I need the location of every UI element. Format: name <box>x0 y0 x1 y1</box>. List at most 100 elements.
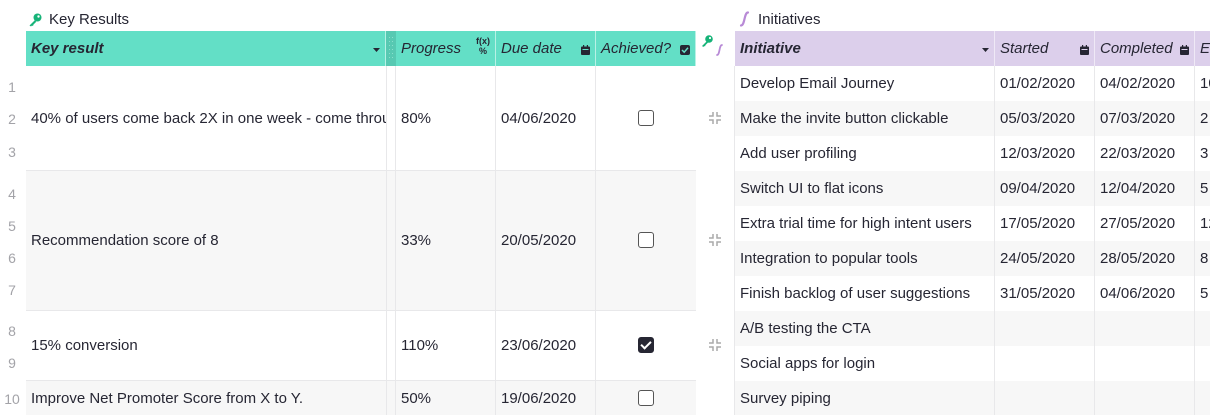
percent-icon-label: % <box>478 46 487 56</box>
cell-initiative[interactable]: Extra trial time for high intent users <box>735 206 994 241</box>
cell-progress[interactable]: 110% <box>396 311 495 380</box>
cell-started[interactable]: 01/02/2020 <box>995 66 1094 101</box>
column-header-due-date[interactable]: Due date <box>496 31 596 66</box>
cell-extra[interactable]: 12 <box>1195 206 1210 241</box>
cell-due-date[interactable]: 20/05/2020 <box>496 171 595 310</box>
cell-completed[interactable]: 07/03/2020 <box>1095 101 1194 136</box>
row-number: 9 <box>8 355 16 371</box>
formula-icon: f(x) % <box>476 36 490 56</box>
cell-extra[interactable]: 3 <box>1195 136 1210 171</box>
column-label-started: Started <box>1000 40 1049 57</box>
cell-started[interactable]: 17/05/2020 <box>995 206 1094 241</box>
collapse-icon[interactable] <box>708 111 722 125</box>
cell-initiative[interactable]: Make the invite button clickable <box>735 101 994 136</box>
cell-initiative[interactable]: Social apps for login <box>735 346 994 381</box>
row-number: 10 <box>4 391 20 407</box>
cell-key-result[interactable]: Recommendation score of 8 <box>26 171 386 310</box>
cell-completed[interactable]: 04/02/2020 <box>1095 66 1194 101</box>
column-label-progress: Progress <box>401 40 462 57</box>
collapse-icon[interactable] <box>708 338 722 352</box>
cell-completed[interactable]: 27/05/2020 <box>1095 206 1194 241</box>
cell-progress[interactable]: 50% <box>396 381 495 415</box>
cell-started[interactable]: 09/04/2020 <box>995 171 1094 206</box>
column-label-due-date: Due date <box>501 40 562 57</box>
collapse-icon[interactable] <box>708 233 722 247</box>
achieved-checkbox-checked[interactable] <box>638 337 654 353</box>
cell-due-date[interactable]: 04/06/2020 <box>496 66 595 170</box>
cell-initiative[interactable]: Survey piping <box>735 381 994 415</box>
cell-due-date[interactable]: 19/06/2020 <box>496 381 595 415</box>
row-number: 8 <box>8 323 16 339</box>
column-header-started[interactable]: Started <box>995 31 1095 66</box>
calendar-icon <box>581 42 590 59</box>
cell-completed[interactable] <box>1095 346 1194 381</box>
cell-extra[interactable]: 8 <box>1195 241 1210 276</box>
cell-extra[interactable]: 5 <box>1195 276 1210 311</box>
cell-initiative[interactable]: Finish backlog of user suggestions <box>735 276 994 311</box>
frozen-column-divider[interactable] <box>386 31 396 66</box>
cell-initiative[interactable]: Integration to popular tools <box>735 241 994 276</box>
row-number: 7 <box>8 282 16 298</box>
column-label-key-result: Key result <box>31 40 104 57</box>
row-number: 3 <box>8 144 16 160</box>
cell-started[interactable]: 05/03/2020 <box>995 101 1094 136</box>
column-header-initiative[interactable]: Initiative <box>735 31 995 66</box>
cell-completed[interactable]: 04/06/2020 <box>1095 276 1194 311</box>
cell-extra[interactable]: 10 <box>1195 66 1210 101</box>
row-number: 5 <box>8 218 16 234</box>
formula-icon-label: f(x) <box>476 36 490 46</box>
reference-icon <box>738 11 752 27</box>
achieved-checkbox[interactable] <box>638 390 654 406</box>
cell-extra[interactable]: 2 <box>1195 101 1210 136</box>
row-number: 4 <box>8 186 16 202</box>
cell-completed[interactable] <box>1095 311 1194 346</box>
column-header-progress[interactable]: Progress f(x) % <box>396 31 496 66</box>
cell-started[interactable] <box>995 311 1094 346</box>
cell-extra[interactable]: 5 <box>1195 171 1210 206</box>
calendar-icon <box>1180 42 1189 59</box>
cell-extra[interactable] <box>1195 346 1210 381</box>
cell-started[interactable]: 31/05/2020 <box>995 276 1094 311</box>
dropdown-icon[interactable] <box>982 42 989 59</box>
cell-completed[interactable]: 22/03/2020 <box>1095 136 1194 171</box>
column-header-achieved[interactable]: Achieved? <box>596 31 696 66</box>
column-header-extra[interactable]: E <box>1195 31 1210 66</box>
cell-started[interactable] <box>995 346 1094 381</box>
achieved-checkbox[interactable] <box>638 232 654 248</box>
column-divider <box>386 66 387 415</box>
cell-extra[interactable] <box>1195 311 1210 346</box>
cell-initiative[interactable]: A/B testing the CTA <box>735 311 994 346</box>
column-divider <box>595 66 596 415</box>
cell-completed[interactable]: 12/04/2020 <box>1095 171 1194 206</box>
cell-started[interactable] <box>995 381 1094 415</box>
cell-started[interactable]: 24/05/2020 <box>995 241 1094 276</box>
key-icon <box>28 12 43 27</box>
column-header-key-result[interactable]: Key result <box>26 31 386 66</box>
row-number: 2 <box>8 111 16 127</box>
cell-completed[interactable] <box>1095 381 1194 415</box>
calendar-icon <box>1080 42 1089 59</box>
cell-completed[interactable]: 28/05/2020 <box>1095 241 1194 276</box>
initiatives-title: Initiatives <box>758 10 821 28</box>
key-results-section-title: Key Results <box>28 9 129 29</box>
link-header-icon <box>700 33 730 63</box>
cell-key-result[interactable]: Improve Net Promoter Score from X to Y. <box>26 381 386 415</box>
column-header-completed[interactable]: Completed <box>1095 31 1195 66</box>
cell-key-result[interactable]: 15% conversion <box>26 311 386 380</box>
checkbox-icon <box>680 42 690 59</box>
cell-extra[interactable] <box>1195 381 1210 415</box>
cell-initiative[interactable]: Develop Email Journey <box>735 66 994 101</box>
cell-initiative[interactable]: Add user profiling <box>735 136 994 171</box>
achieved-checkbox[interactable] <box>638 110 654 126</box>
column-label-achieved: Achieved? <box>601 40 672 57</box>
cell-initiative[interactable]: Switch UI to flat icons <box>735 171 994 206</box>
cell-key-result[interactable]: 40% of users come back 2X in one week - … <box>26 66 386 170</box>
cell-started[interactable]: 12/03/2020 <box>995 136 1094 171</box>
column-label-initiative: Initiative <box>740 40 801 57</box>
row-number: 6 <box>8 250 16 266</box>
cell-progress[interactable]: 33% <box>396 171 495 310</box>
column-label-completed: Completed <box>1100 40 1173 57</box>
dropdown-icon[interactable] <box>373 42 380 59</box>
cell-due-date[interactable]: 23/06/2020 <box>496 311 595 380</box>
cell-progress[interactable]: 80% <box>396 66 495 170</box>
